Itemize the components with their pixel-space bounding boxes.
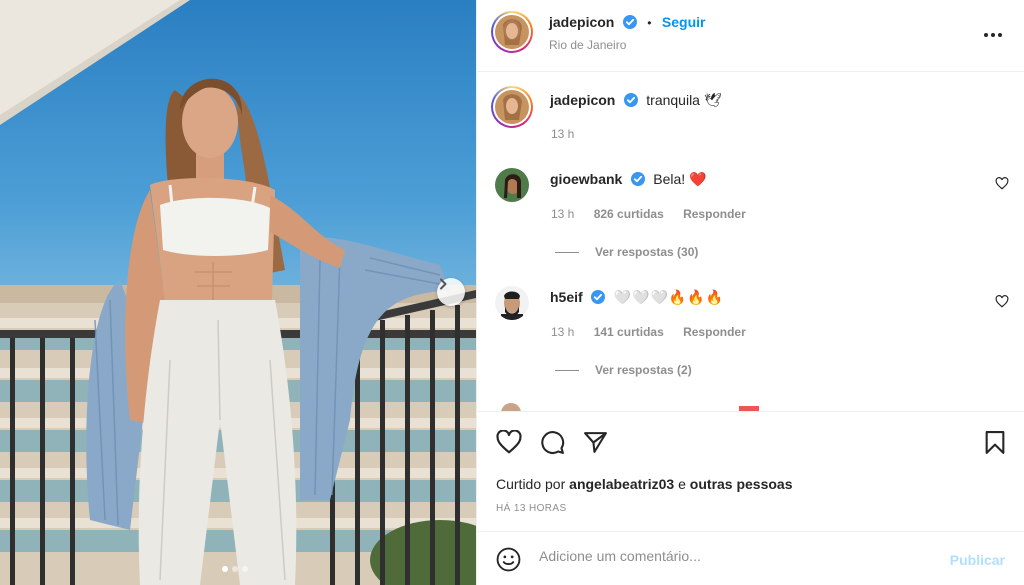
comment-author[interactable]: h5eif <box>550 289 583 305</box>
more-options-button[interactable] <box>983 22 1003 43</box>
liked-by-user[interactable]: angelabeatriz03 <box>569 476 674 492</box>
comment-like-button[interactable] <box>995 295 1009 313</box>
verified-badge-icon <box>622 15 637 29</box>
comment-author[interactable]: gioewbank <box>550 171 622 187</box>
author-avatar[interactable] <box>491 11 533 53</box>
heart-outline-icon <box>496 429 522 454</box>
comment-button[interactable] <box>540 430 565 460</box>
heart-outline-icon <box>995 177 1009 190</box>
liked-by: Curtido por angelabeatriz03 e outras pes… <box>496 476 793 492</box>
comment-input[interactable] <box>539 548 919 564</box>
chevron-right-icon <box>440 278 447 290</box>
paper-plane-icon <box>584 432 607 453</box>
caption-time[interactable]: 13 h <box>551 127 574 141</box>
comment-bubble-icon <box>541 431 565 454</box>
caption: jadepicon tranquila 🕊 <box>550 92 722 110</box>
comment-body: gioewbank Bela! ❤️ <box>550 171 707 189</box>
post-actions: Curtido por angelabeatriz03 e outras pes… <box>477 411 1024 531</box>
add-comment-bar: Publicar <box>477 531 1024 585</box>
follow-button[interactable]: Seguir <box>662 14 706 30</box>
publish-button[interactable]: Publicar <box>950 552 1005 568</box>
heart-outline-icon <box>995 295 1009 308</box>
comment-meta: 13 h 141 curtidas Responder <box>551 325 762 339</box>
share-button[interactable] <box>583 430 608 460</box>
verified-badge-icon <box>623 93 638 107</box>
liked-by-conj: e <box>678 476 686 492</box>
view-replies-button[interactable]: Ver respostas (30) <box>555 245 698 259</box>
header-separator: • <box>647 16 652 30</box>
caption-meta: 13 h <box>551 127 590 141</box>
like-button[interactable] <box>496 429 522 459</box>
bookmark-icon <box>985 431 1005 454</box>
post-location[interactable]: Rio de Janeiro <box>549 38 626 52</box>
comment-meta: 13 h 826 curtidas Responder <box>551 207 762 221</box>
comment-avatar-partial <box>501 403 521 411</box>
comments-list[interactable]: jadepicon tranquila 🕊 13 h gioewbank Bel… <box>477 73 1024 411</box>
save-button[interactable] <box>984 430 1006 460</box>
carousel-indicator <box>222 566 248 572</box>
comment-body: h5eif 🤍🤍🤍🔥🔥🔥 <box>550 289 724 307</box>
comment-like-button[interactable] <box>995 177 1009 195</box>
view-replies-label: Ver respostas (30) <box>595 245 699 259</box>
view-replies-label: Ver respostas (2) <box>595 363 692 377</box>
carousel-dot <box>242 566 248 572</box>
liked-by-others[interactable]: outras pessoas <box>690 476 793 492</box>
author-username[interactable]: jadepicon <box>549 14 614 30</box>
verified-badge-icon <box>591 290 606 304</box>
verified-badge-icon <box>630 172 645 186</box>
comment-likes[interactable]: 826 curtidas <box>594 207 664 221</box>
comment-time[interactable]: 13 h <box>551 325 574 339</box>
post-timestamp[interactable]: HÁ 13 HORAS <box>496 503 567 514</box>
avatar-image <box>495 286 529 320</box>
photo-illustration <box>0 0 476 585</box>
replies-line <box>555 251 579 253</box>
post-side-panel: jadepicon • Seguir Rio de Janeiro jadepi… <box>476 0 1024 585</box>
caption-author-avatar[interactable] <box>491 86 533 128</box>
caption-author[interactable]: jadepicon <box>550 92 615 108</box>
comment-text: 🤍🤍🤍🔥🔥🔥 <box>613 289 725 305</box>
avatar-image <box>495 15 529 49</box>
reply-button[interactable]: Responder <box>683 207 746 221</box>
comment-likes[interactable]: 141 curtidas <box>594 325 664 339</box>
replies-line <box>555 369 579 371</box>
more-horizontal-icon <box>984 33 1002 37</box>
comment-avatar[interactable] <box>495 286 529 325</box>
comment-avatar[interactable] <box>495 168 529 207</box>
view-replies-button[interactable]: Ver respostas (2) <box>555 363 692 377</box>
emoji-button[interactable] <box>496 547 521 577</box>
carousel-next-button[interactable] <box>437 278 465 306</box>
emoji-smile-icon <box>496 547 521 572</box>
comment-time[interactable]: 13 h <box>551 207 574 221</box>
carousel-dot <box>232 566 238 572</box>
avatar-image <box>495 168 529 202</box>
avatar-image <box>495 90 529 124</box>
post-header: jadepicon • Seguir Rio de Janeiro <box>477 0 1024 72</box>
post-photo[interactable] <box>0 0 476 585</box>
caption-text: tranquila 🕊 <box>646 92 722 108</box>
liked-by-prefix: Curtido por <box>496 476 566 492</box>
carousel-dot-active <box>222 566 228 572</box>
comment-text: Bela! ❤️ <box>653 171 707 187</box>
reply-button[interactable]: Responder <box>683 325 746 339</box>
